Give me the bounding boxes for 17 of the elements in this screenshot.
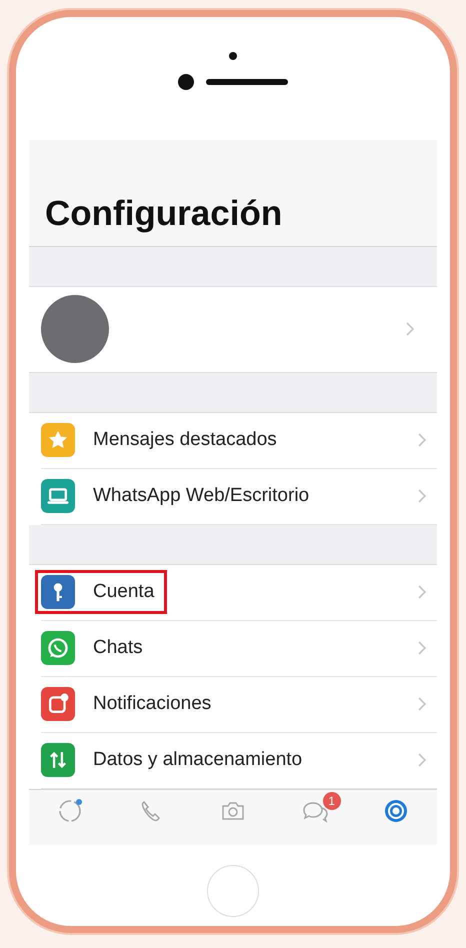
chevron-icon [418,697,427,712]
unread-badge: 1 [322,792,341,810]
chevron-icon [418,641,427,656]
sensor-icon [229,52,237,60]
chevron-icon [418,433,427,448]
chevron-icon [418,489,427,504]
settings-label[interactable]: Chats [93,637,143,660]
home-button[interactable] [207,865,259,917]
screen-title: Configuración [45,194,282,234]
settings-label[interactable]: Cuenta [93,581,154,604]
chevron-icon [406,322,415,336]
settings-label[interactable]: Mensajes destacados [93,429,277,452]
speaker-icon [206,78,288,84]
chevron-icon [418,753,427,768]
chevron-icon [418,585,427,600]
settings-label[interactable]: Notificaciones [93,693,212,716]
camera-lens-icon [178,74,194,90]
